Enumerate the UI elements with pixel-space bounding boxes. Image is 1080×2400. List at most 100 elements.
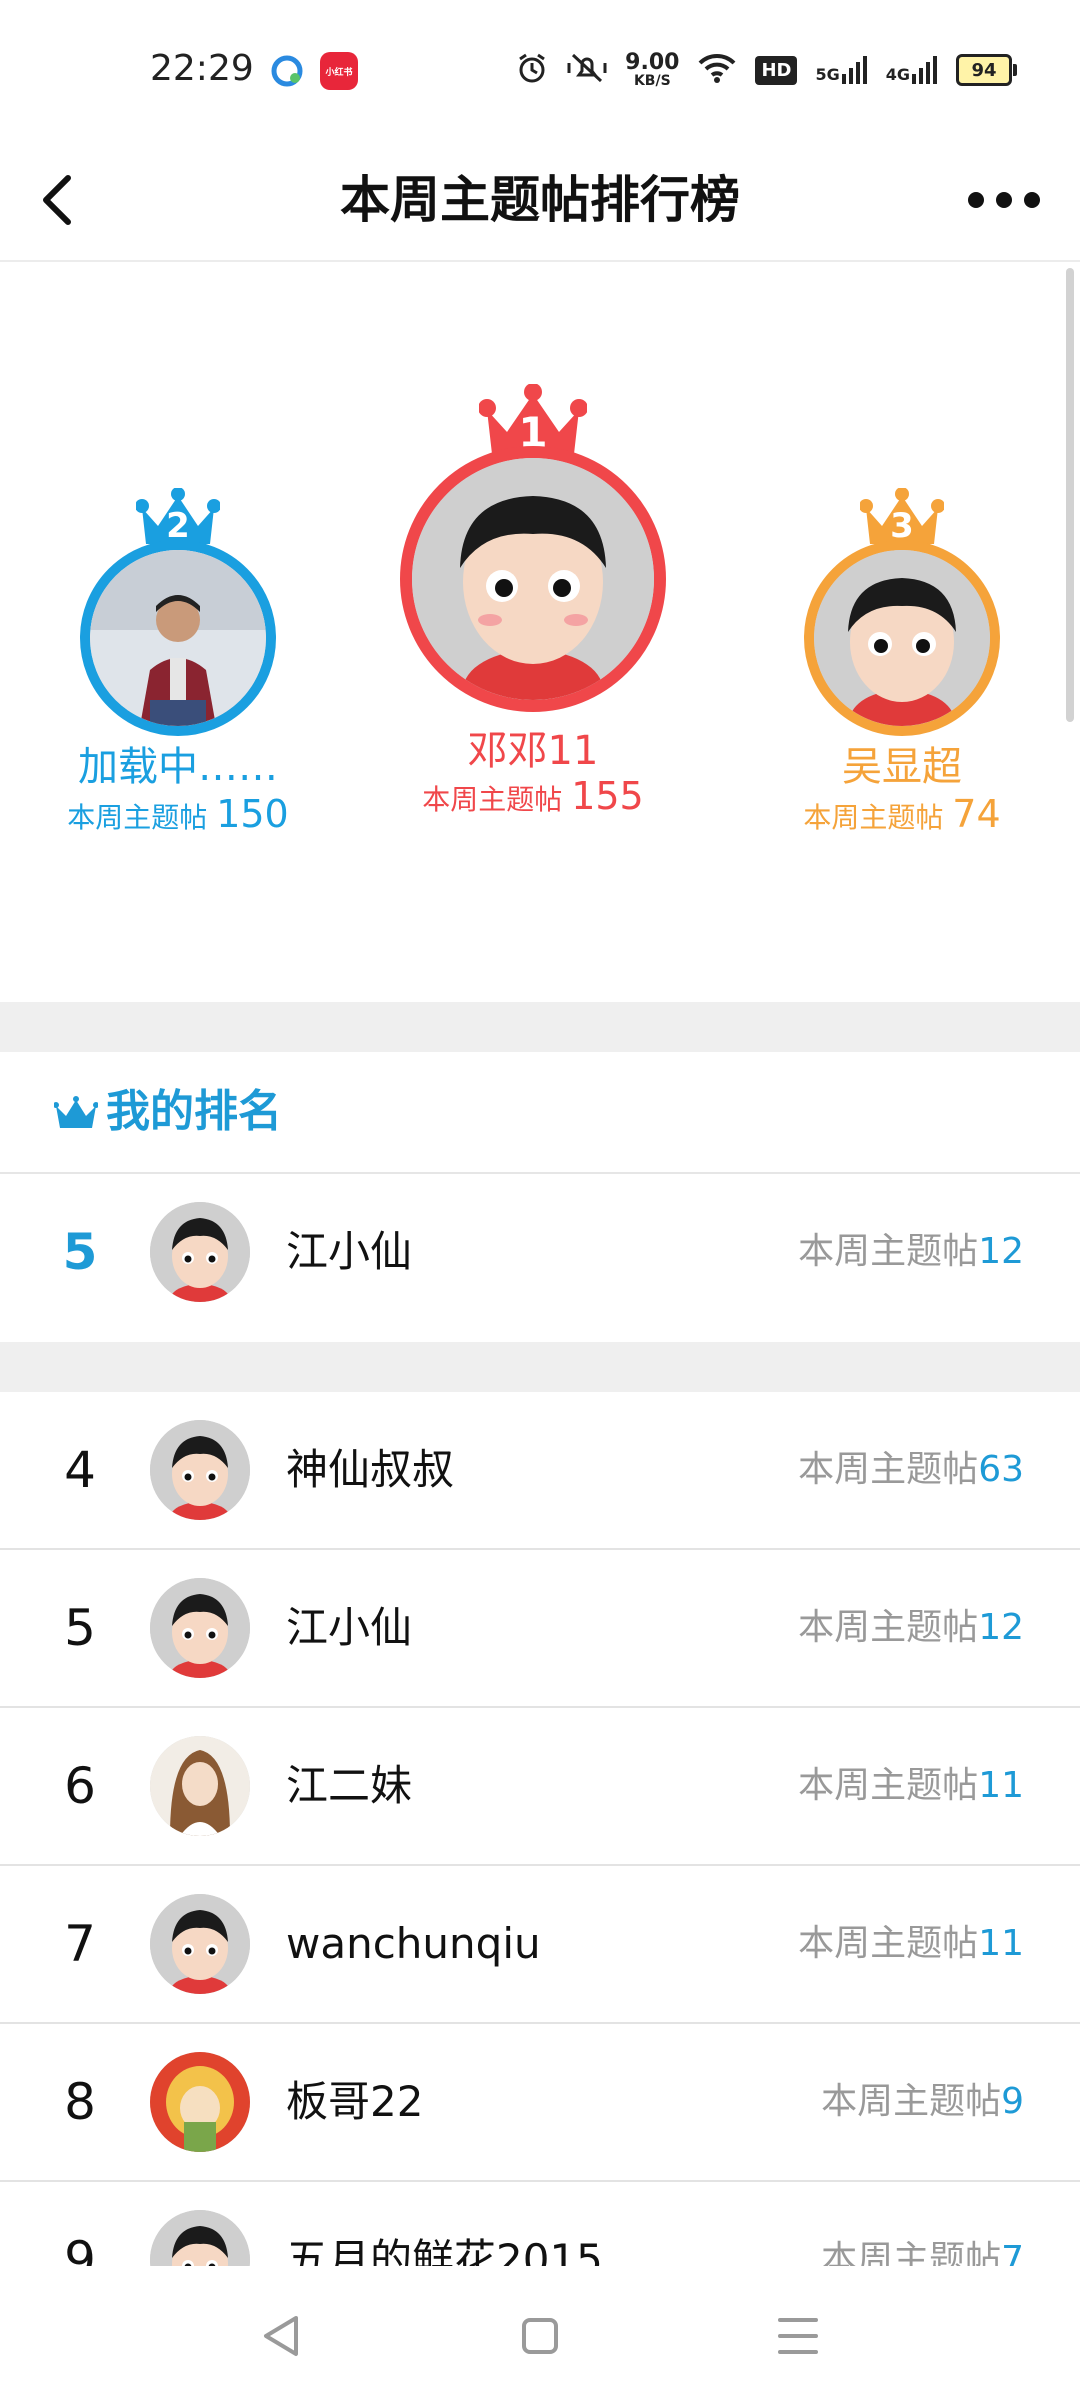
user-stat: 本周主题帖7	[821, 2182, 1024, 2266]
user-name: 板哥22	[286, 2077, 424, 2126]
stat-label: 本周主题帖	[798, 1923, 979, 1964]
nav-home-button[interactable]	[510, 2306, 570, 2366]
my-rank-title: 我的排名	[106, 1086, 282, 1137]
avatar	[80, 540, 276, 736]
stat-count: 12	[978, 1231, 1024, 1272]
signal-4g: 4G	[886, 56, 938, 84]
avatar	[150, 2210, 250, 2266]
status-icons: 9.00 KB/S HD 5G 4G 94	[515, 48, 1017, 92]
avatar	[150, 1894, 250, 1994]
podium-name: 吴显超	[842, 744, 962, 790]
alarm-icon	[515, 51, 549, 89]
stat-count: 12	[978, 1607, 1024, 1648]
mute-icon	[567, 51, 607, 89]
net-speed-unit: KB/S	[633, 73, 671, 89]
stat-label: 本周主题帖	[422, 783, 563, 816]
chevron-left-icon	[43, 175, 71, 225]
signal-5g-label: 5G	[815, 65, 840, 84]
stat-label: 本周主题帖	[821, 2081, 1002, 2122]
network-speed: 9.00 KB/S	[625, 50, 680, 89]
user-stat: 本周主题帖12	[798, 1550, 1024, 1706]
stat-label: 本周主题帖	[821, 2239, 1002, 2266]
status-time: 22:29	[150, 48, 254, 89]
rank-number: 6	[64, 1757, 96, 1815]
podium-name: 加载中……	[78, 744, 278, 790]
signal-5g: 5G	[815, 56, 867, 84]
stat-label: 本周主题帖	[798, 1765, 979, 1806]
user-stat: 本周主题帖12	[798, 1174, 1024, 1330]
net-speed-value: 9.00	[625, 50, 680, 75]
avatar	[150, 1420, 250, 1520]
stat-count: 74	[952, 792, 1001, 836]
podium-stat: 本周主题帖 74	[752, 792, 1052, 836]
list-item[interactable]: 7 wanchunqiu 本周主题帖11	[0, 1866, 1080, 2024]
list-item[interactable]: 5 江小仙 本周主题帖12	[0, 1550, 1080, 1708]
user-stat: 本周主题帖9	[821, 2024, 1024, 2180]
browser-icon	[268, 52, 306, 90]
rank-number: 5	[64, 1599, 96, 1657]
podium-rank-1[interactable]: 1 邓邓11	[400, 384, 666, 774]
header: 本周主题帖排行榜	[0, 140, 1080, 262]
stat-count: 63	[978, 1449, 1024, 1490]
rank-number: 7	[64, 1915, 96, 1973]
stat-label: 本周主题帖	[798, 1449, 979, 1490]
nav-back-button[interactable]	[252, 2306, 312, 2366]
section-divider	[0, 1002, 1080, 1052]
list-item[interactable]: 6 江二妹 本周主题帖11	[0, 1708, 1080, 1866]
list-item[interactable]: 4 神仙叔叔 本周主题帖63	[0, 1392, 1080, 1550]
wifi-icon	[697, 52, 737, 88]
list-item[interactable]: 9 五月的鲜花2015 本周主题帖7	[0, 2182, 1080, 2266]
user-stat: 本周主题帖11	[798, 1866, 1024, 2022]
podium-stat: 本周主题帖 155	[383, 774, 683, 818]
avatar	[150, 2052, 250, 2152]
section-divider	[0, 1342, 1080, 1392]
nav-menu-button[interactable]	[768, 2306, 828, 2366]
more-dots-icon	[968, 192, 1040, 208]
podium-rank-3[interactable]: 3 吴显超	[774, 488, 1030, 790]
xiaohongshu-icon: 小红书	[320, 52, 358, 90]
avatar	[150, 1202, 250, 1302]
more-button[interactable]	[964, 178, 1044, 222]
avatar	[804, 540, 1000, 736]
stat-count: 150	[216, 792, 289, 836]
stat-count: 11	[978, 1765, 1024, 1806]
stat-label: 本周主题帖	[798, 1607, 979, 1648]
signal-4g-label: 4G	[885, 65, 910, 84]
avatar	[150, 1736, 250, 1836]
user-name: 江小仙	[286, 1227, 413, 1276]
system-nav-bar	[0, 2266, 1080, 2400]
nav-back-icon	[264, 2316, 298, 2356]
nav-home-icon	[522, 2318, 558, 2354]
podium-name: 邓邓11	[467, 728, 599, 774]
list-item[interactable]: 8 板哥22 本周主题帖9	[0, 2024, 1080, 2182]
top-three-podium: 2 加载中…… 本周主题帖 150 1 邓邓11 本周主题帖 155 3 吴显超…	[0, 262, 1064, 1002]
user-stat: 本周主题帖63	[798, 1392, 1024, 1548]
avatar	[150, 1578, 250, 1678]
stat-count: 9	[1001, 2081, 1024, 2122]
crown-icon	[54, 1096, 98, 1128]
stat-count: 11	[978, 1923, 1024, 1964]
stat-count: 155	[571, 774, 644, 818]
xiaohongshu-icon-text: 小红书	[325, 67, 353, 78]
rank-number: 9	[64, 2231, 96, 2266]
hd-badge: HD	[755, 55, 798, 85]
scrollbar[interactable]	[1066, 268, 1074, 722]
battery-indicator: 94	[956, 54, 1017, 86]
avatar	[400, 446, 666, 712]
my-rank-row[interactable]: 5 江小仙 本周主题帖12	[0, 1174, 1080, 1330]
podium-rank-2[interactable]: 2 加载中……	[50, 488, 306, 790]
rank-number: 4	[64, 1441, 96, 1499]
stat-count: 7	[1001, 2239, 1024, 2266]
stat-label: 本周主题帖	[67, 801, 208, 834]
user-name: 五月的鲜花2015	[286, 2235, 603, 2266]
stat-label: 本周主题帖	[798, 1231, 979, 1272]
status-bar: 22:29 小红书 9.00 KB/S HD 5G 4G 94	[0, 0, 1080, 140]
nav-menu-icon	[778, 2318, 818, 2354]
my-rank-header: 我的排名	[0, 1052, 1080, 1174]
user-name: wanchunqiu	[286, 1919, 541, 1968]
stat-label: 本周主题帖	[803, 801, 944, 834]
podium-stat: 本周主题帖 150	[30, 792, 326, 836]
back-button[interactable]	[30, 170, 90, 230]
rank-number: 5	[62, 1223, 98, 1281]
user-name: 神仙叔叔	[286, 1445, 455, 1494]
